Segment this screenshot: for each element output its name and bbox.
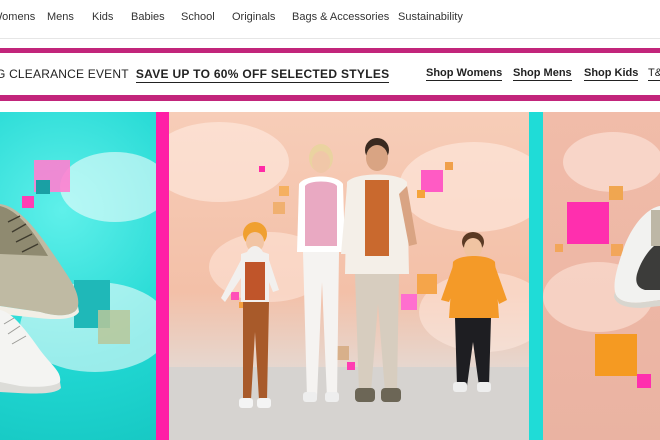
pixel-square	[595, 334, 637, 376]
nav-sustainability[interactable]: Sustainability	[398, 11, 463, 23]
girl-figure	[221, 222, 279, 408]
nav-kids[interactable]: Kids	[92, 11, 113, 23]
hero-banner[interactable]	[0, 112, 660, 440]
hero-panel-family[interactable]	[169, 112, 529, 440]
nav-mens[interactable]: Mens	[47, 11, 74, 23]
promo-text: G CLEARANCE EVENT SAVE UP TO 60% OFF SEL…	[0, 67, 390, 83]
nav-originals[interactable]: Originals	[232, 11, 275, 23]
promo-headline[interactable]: SAVE UP TO 60% OFF SELECTED STYLES	[135, 67, 390, 83]
cloud-shape	[563, 132, 660, 192]
sneaker-image	[0, 204, 79, 319]
shop-kids-link[interactable]: Shop Kids	[584, 67, 639, 81]
top-navigation: Womens Mens Kids Babies School Originals…	[0, 0, 660, 39]
pixel-square	[555, 244, 563, 252]
hero-separator-cyan	[529, 112, 543, 440]
boy-figure	[441, 232, 507, 392]
pixel-square	[445, 162, 453, 170]
white-sneaker-image	[614, 206, 660, 308]
pixel-square	[609, 186, 623, 200]
nav-school[interactable]: School	[181, 11, 215, 23]
pixel-square	[98, 310, 130, 344]
pixel-square	[36, 180, 50, 194]
cloud-shape	[169, 122, 289, 202]
promo-banner: G CLEARANCE EVENT SAVE UP TO 60% OFF SEL…	[0, 55, 660, 91]
pixel-square	[421, 170, 443, 192]
promo-stripe-top	[0, 48, 660, 53]
pixel-square	[567, 202, 609, 244]
hero-panel-right-sneakers[interactable]	[543, 112, 660, 440]
nav-bags-accessories[interactable]: Bags & Accessories	[292, 11, 389, 23]
man-figure	[341, 138, 417, 402]
pixel-square	[637, 374, 651, 388]
nav-divider	[0, 38, 660, 39]
nav-womens[interactable]: Womens	[0, 11, 35, 23]
white-sneaker-image	[0, 310, 61, 394]
promo-event-name: G CLEARANCE EVENT	[0, 67, 129, 81]
shop-mens-link[interactable]: Shop Mens	[513, 67, 572, 81]
hero-separator-pink	[156, 112, 169, 440]
promo-stripe-bottom	[0, 95, 660, 101]
terms-link[interactable]: T&	[648, 67, 660, 81]
shop-womens-link[interactable]: Shop Womens	[426, 67, 503, 81]
pixel-square	[273, 202, 285, 214]
pixel-square	[259, 166, 265, 172]
hero-panel-left-sneakers[interactable]	[0, 112, 156, 440]
nav-babies[interactable]: Babies	[131, 11, 165, 23]
